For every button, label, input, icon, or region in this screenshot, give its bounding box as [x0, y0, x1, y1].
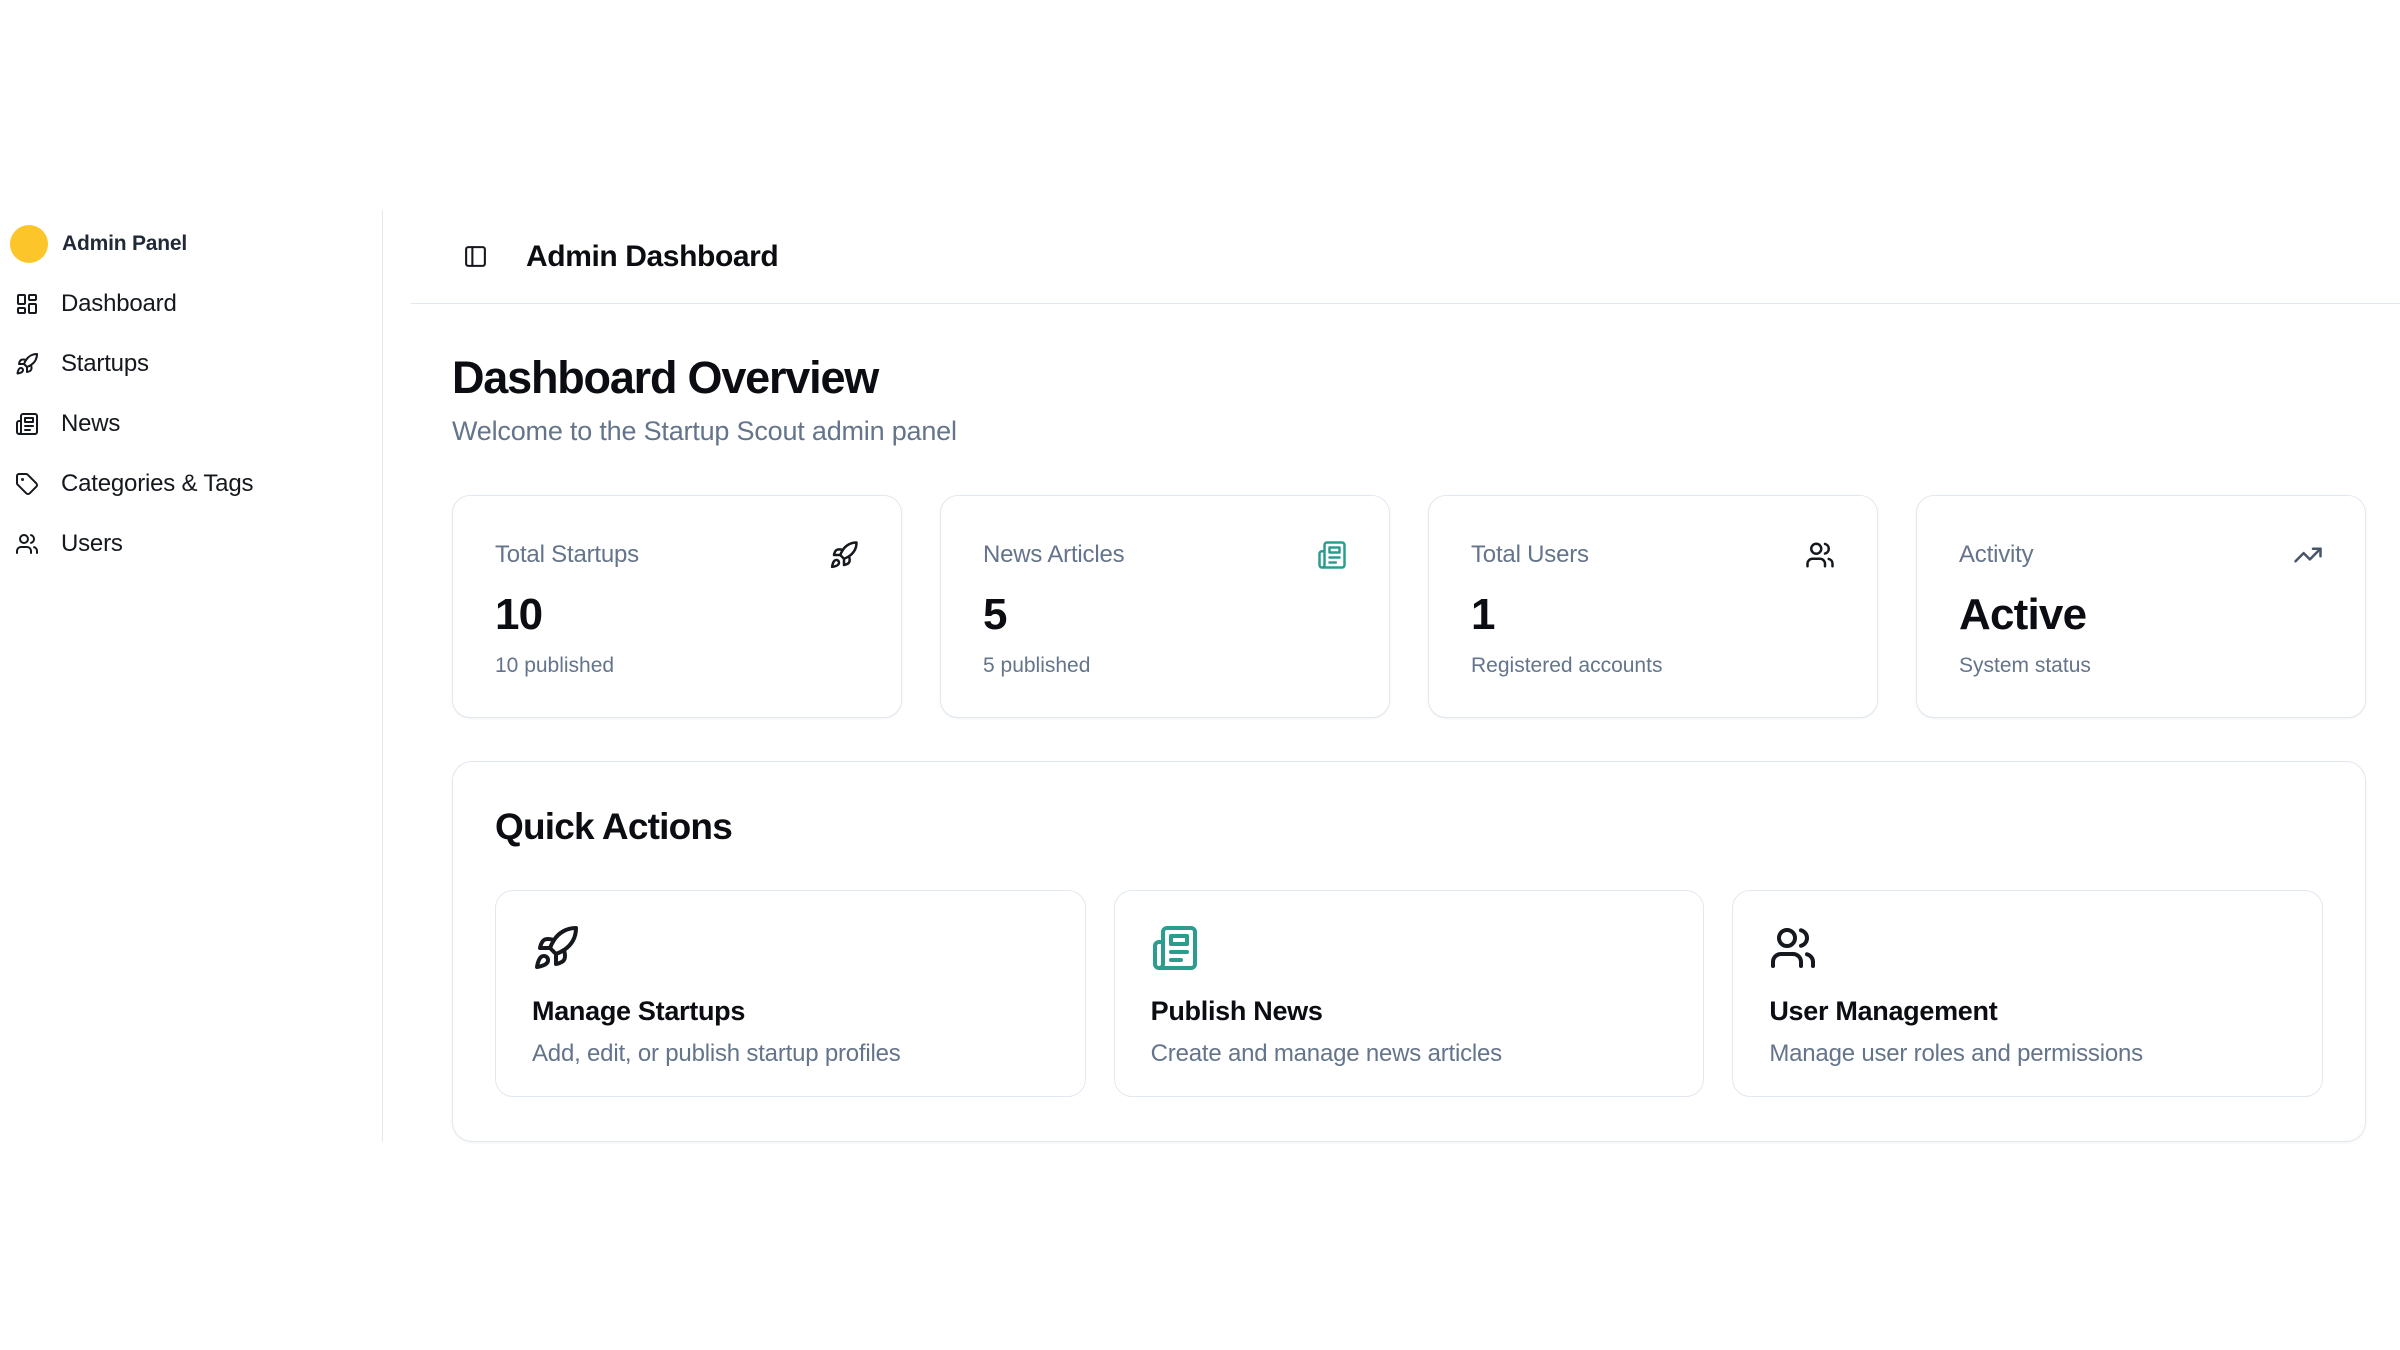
action-card-publish-news[interactable]: Publish News Create and manage news arti…	[1114, 890, 1705, 1097]
sidebar-item-dashboard[interactable]: Dashboard	[9, 274, 362, 334]
layout-dashboard-icon	[15, 292, 39, 316]
sidebar-item-label: Dashboard	[61, 290, 177, 318]
users-icon	[1805, 540, 1835, 570]
content: Dashboard Overview Welcome to the Startu…	[411, 304, 2400, 1142]
brand-logo-circle	[10, 225, 48, 263]
stat-label: Activity	[1959, 541, 2033, 569]
action-description: Create and manage news articles	[1151, 1040, 1668, 1068]
brand: Admin Panel	[9, 220, 362, 268]
action-card-manage-startups[interactable]: Manage Startups Add, edit, or publish st…	[495, 890, 1086, 1097]
stat-card-activity: Activity Active System status	[1916, 495, 2366, 718]
page-title: Dashboard Overview	[452, 352, 2366, 404]
quick-actions-panel: Quick Actions Manage Startups Add, edit,…	[452, 761, 2366, 1142]
stat-value: 5	[983, 590, 1347, 640]
stat-sub: System status	[1959, 654, 2323, 678]
sidebar-item-startups[interactable]: Startups	[9, 334, 362, 394]
sidebar-item-label: Users	[61, 530, 123, 558]
sidebar-item-categories-tags[interactable]: Categories & Tags	[9, 454, 362, 514]
page-subtitle: Welcome to the Startup Scout admin panel	[452, 416, 2366, 447]
sidebar-toggle-button[interactable]	[463, 244, 488, 269]
rocket-icon	[829, 540, 859, 570]
sidebar-item-news[interactable]: News	[9, 394, 362, 454]
stat-sub: 10 published	[495, 654, 859, 678]
quick-actions-title: Quick Actions	[495, 806, 2323, 848]
users-icon	[1769, 924, 1817, 972]
sidebar: Admin Panel Dashboard Startups News Cate	[0, 210, 383, 1142]
stats-grid: Total Startups 10 10 published News Arti…	[452, 495, 2366, 718]
stat-label: News Articles	[983, 541, 1124, 569]
action-title: Manage Startups	[532, 996, 1049, 1027]
brand-name: Admin Panel	[62, 232, 187, 256]
stat-value: 10	[495, 590, 859, 640]
stat-card-total-users: Total Users 1 Registered accounts	[1428, 495, 1878, 718]
stat-sub: 5 published	[983, 654, 1347, 678]
quick-actions-grid: Manage Startups Add, edit, or publish st…	[495, 890, 2323, 1097]
action-description: Manage user roles and permissions	[1769, 1040, 2286, 1068]
panel-left-icon	[463, 244, 488, 269]
action-title: Publish News	[1151, 996, 1668, 1027]
header-title: Admin Dashboard	[526, 240, 778, 274]
action-description: Add, edit, or publish startup profiles	[532, 1040, 1049, 1068]
stat-card-news-articles: News Articles 5 5 published	[940, 495, 1390, 718]
trending-up-icon	[2293, 540, 2323, 570]
stat-card-total-startups: Total Startups 10 10 published	[452, 495, 902, 718]
stat-value: 1	[1471, 590, 1835, 640]
tag-icon	[15, 472, 39, 496]
stat-label: Total Startups	[495, 541, 639, 569]
stat-sub: Registered accounts	[1471, 654, 1835, 678]
admin-app: Admin Panel Dashboard Startups News Cate	[0, 210, 2400, 1142]
stat-label: Total Users	[1471, 541, 1589, 569]
action-card-user-management[interactable]: User Management Manage user roles and pe…	[1732, 890, 2323, 1097]
rocket-icon	[532, 924, 580, 972]
newspaper-icon	[15, 412, 39, 436]
newspaper-icon	[1317, 540, 1347, 570]
sidebar-item-label: News	[61, 410, 120, 438]
stat-value: Active	[1959, 590, 2323, 640]
newspaper-icon	[1151, 924, 1199, 972]
rocket-icon	[15, 352, 39, 376]
users-icon	[15, 532, 39, 556]
main-area: Admin Dashboard Dashboard Overview Welco…	[411, 210, 2400, 1142]
sidebar-item-label: Categories & Tags	[61, 470, 253, 498]
sidebar-item-label: Startups	[61, 350, 149, 378]
main-header: Admin Dashboard	[411, 210, 2400, 304]
action-title: User Management	[1769, 996, 2286, 1027]
sidebar-item-users[interactable]: Users	[9, 514, 362, 574]
